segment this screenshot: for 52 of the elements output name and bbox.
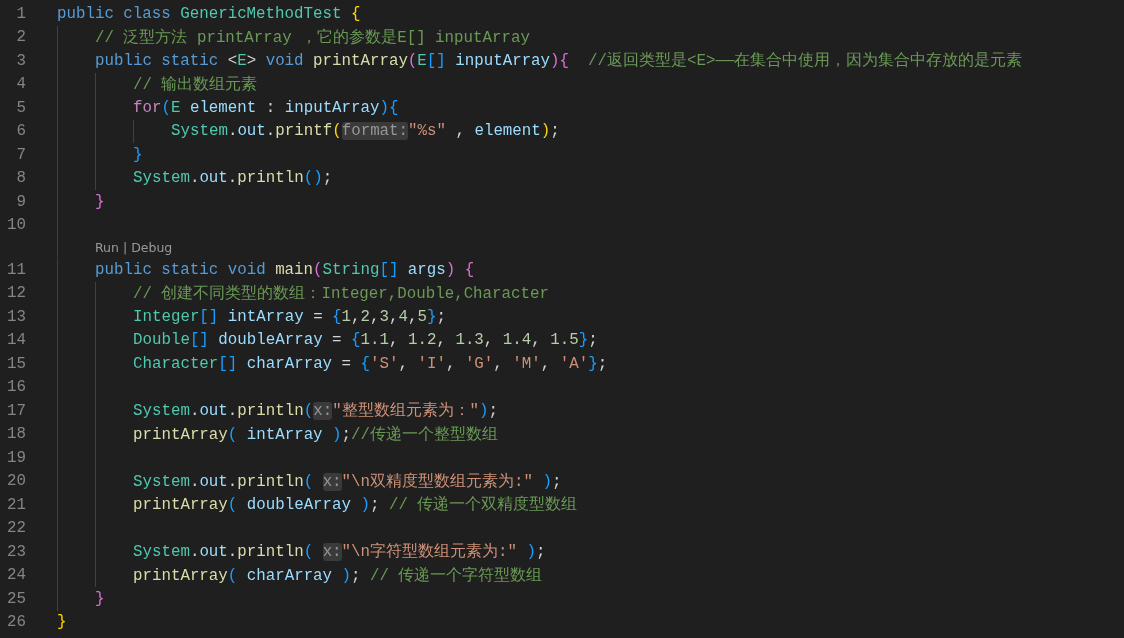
code-line: Double[] doubleArray = {1.1, 1.2, 1.3, 1.4, 1.5}; bbox=[133, 331, 598, 350]
line-number: 21 bbox=[6, 495, 26, 514]
code-line: Character[] charArray = {'S', 'I', 'G', 'M', 'A'}; bbox=[133, 354, 608, 373]
code-line: for(E element : inputArray){ bbox=[133, 98, 399, 117]
code-line: // 输出数组元素 bbox=[133, 74, 258, 95]
line-number: 16 bbox=[6, 378, 26, 397]
line-number: 7 bbox=[15, 145, 26, 164]
code-line: // 泛型方法 printArray ，它的参数是E[] inputArray bbox=[95, 27, 530, 48]
code-line: // 创建不同类型的数组：Integer,Double,Character bbox=[133, 283, 549, 304]
code-line: } bbox=[57, 613, 67, 632]
code-line: System.out.println( x:"\n字符型数组元素为:" ); bbox=[133, 541, 546, 563]
line-number: 25 bbox=[6, 589, 26, 608]
code-line: System.out.println(x:"整型数组元素为："); bbox=[133, 400, 499, 422]
line-number: 13 bbox=[6, 307, 26, 326]
line-number: 11 bbox=[6, 260, 26, 279]
indent-guide bbox=[133, 119, 134, 143]
line-number: 6 bbox=[15, 122, 26, 141]
line-number: 1 bbox=[15, 4, 26, 23]
line-number: 17 bbox=[6, 401, 26, 420]
line-number: 8 bbox=[15, 169, 26, 188]
line-number: 10 bbox=[6, 216, 26, 235]
line-number: 24 bbox=[6, 566, 26, 585]
line-number: 23 bbox=[6, 542, 26, 561]
code-line: public class GenericMethodTest { bbox=[57, 4, 361, 23]
line-number: 19 bbox=[6, 448, 26, 467]
line-number: 5 bbox=[15, 98, 26, 117]
line-number: 9 bbox=[15, 192, 26, 211]
line-number: 12 bbox=[6, 284, 26, 303]
code-line: printArray( intArray );//传递一个整型数组 bbox=[133, 424, 499, 445]
line-number: 3 bbox=[15, 51, 26, 70]
code-line: System.out.println( x:"\n双精度型数组元素为:" ); bbox=[133, 471, 562, 492]
code-line: System.out.printf(format:"%s" , element); bbox=[171, 122, 560, 141]
line-number: 14 bbox=[6, 331, 26, 350]
line-number: 26 bbox=[6, 613, 26, 632]
codelens-link[interactable]: Debug bbox=[131, 239, 173, 255]
code-line: Integer[] intArray = {1,2,3,4,5}; bbox=[133, 307, 446, 326]
separator-text: | bbox=[121, 239, 129, 255]
line-number: 22 bbox=[6, 519, 26, 538]
code-line: printArray( charArray ); // 传递一个字符型数组 bbox=[133, 565, 543, 586]
code-line: printArray( doubleArray ); // 传递一个双精度型数组 bbox=[133, 494, 578, 516]
code-line: } bbox=[95, 192, 105, 211]
line-number: 20 bbox=[6, 472, 26, 491]
code-line: } bbox=[95, 589, 105, 608]
code-line: public static <E> void printArray(E[] inputArray){ //返回类型是<E>——在集合中使用，因为集合中存放的是元素 bbox=[95, 50, 1023, 72]
line-number: 4 bbox=[15, 75, 26, 94]
code-line: System.out.println(); bbox=[133, 169, 333, 188]
code-line: } bbox=[133, 145, 143, 164]
codelens-link[interactable]: Run bbox=[95, 239, 119, 255]
line-number: 2 bbox=[15, 28, 26, 47]
code-line: public static void main(String[] args) { bbox=[95, 260, 475, 279]
line-number: 15 bbox=[6, 354, 26, 373]
line-number: 18 bbox=[6, 425, 26, 444]
